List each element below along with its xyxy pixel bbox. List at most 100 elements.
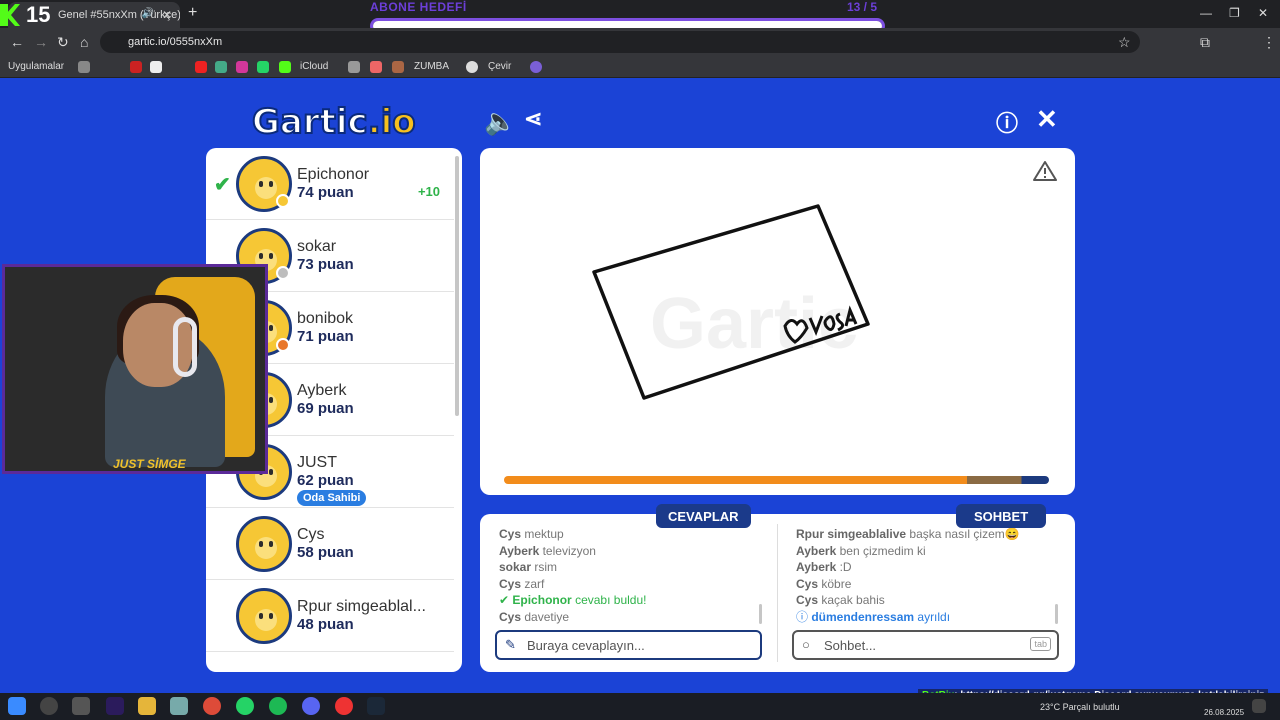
player-name: bonibok bbox=[297, 310, 354, 327]
close-game-icon[interactable]: ✕ bbox=[1036, 104, 1058, 135]
home-icon[interactable]: ⌂ bbox=[80, 34, 88, 50]
back-icon[interactable]: ← bbox=[10, 34, 24, 50]
drawing-canvas[interactable]: Gartic bbox=[480, 148, 1075, 495]
file-explorer-icon[interactable] bbox=[138, 697, 156, 715]
spotify-icon[interactable] bbox=[269, 697, 287, 715]
close-icon[interactable]: ✕ bbox=[162, 8, 172, 22]
search-icon: ○ bbox=[802, 637, 810, 652]
message-user: Ayberk bbox=[796, 543, 837, 558]
answers-tab[interactable]: CEVAPLAR bbox=[656, 504, 751, 528]
player-name: Cys bbox=[297, 526, 325, 543]
notification-icon[interactable] bbox=[1252, 699, 1266, 713]
whatsapp-icon[interactable] bbox=[257, 61, 269, 73]
points-gain: +10 bbox=[417, 184, 440, 199]
obs-icon[interactable] bbox=[335, 697, 353, 715]
answers-list: Cys mektup Ayberk televizyon sokar rsim Cys… bbox=[499, 526, 646, 625]
discord-icon[interactable] bbox=[302, 697, 320, 715]
message-text: cevabı buldu! bbox=[575, 593, 647, 607]
message-text: mektup bbox=[524, 527, 564, 541]
search-icon[interactable] bbox=[40, 697, 58, 715]
windows-start-icon[interactable] bbox=[8, 697, 26, 715]
speaker-icon[interactable]: 🔊 bbox=[142, 8, 154, 19]
message-line: Cys mektup bbox=[499, 526, 646, 543]
report-warning-icon[interactable] bbox=[1033, 160, 1057, 182]
player-list-scrollbar[interactable] bbox=[455, 156, 459, 416]
menu-icon[interactable]: ⋮ bbox=[1262, 34, 1276, 51]
steam-icon[interactable] bbox=[367, 697, 385, 715]
player-name: JUST bbox=[297, 454, 337, 471]
message-user: Cys bbox=[796, 593, 819, 607]
message-line: Ayberk ben çizmedim ki bbox=[796, 543, 1020, 560]
bookmark-icon[interactable] bbox=[150, 61, 162, 73]
chrome-icon[interactable] bbox=[203, 697, 221, 715]
forward-icon[interactable]: → bbox=[34, 34, 48, 50]
bookmark-apps[interactable]: Uygulamalar bbox=[8, 61, 64, 72]
check-icon: ✔ bbox=[499, 593, 513, 607]
restore-icon[interactable]: ❐ bbox=[1229, 6, 1240, 20]
chat-tab[interactable]: SOHBET bbox=[956, 504, 1047, 528]
new-tab-button[interactable]: + bbox=[188, 4, 197, 22]
chat-placeholder: Sohbet... bbox=[824, 638, 877, 653]
webcam-label: JUST SİMGE bbox=[113, 457, 186, 471]
task-view-icon[interactable] bbox=[72, 697, 90, 715]
store-icon[interactable] bbox=[170, 697, 188, 715]
panel-divider bbox=[777, 524, 778, 662]
bookmark-icon[interactable] bbox=[348, 61, 360, 73]
bookmark-icon[interactable] bbox=[392, 61, 404, 73]
message-text: televizyon bbox=[542, 543, 596, 558]
bookmark-icon[interactable] bbox=[130, 61, 142, 73]
player-points: 73 puan bbox=[297, 256, 354, 273]
player-row: ✔ Epichonor 74 puan +10 bbox=[206, 148, 454, 220]
answer-placeholder: Buraya cevaplayın... bbox=[527, 638, 645, 653]
steam-icon[interactable] bbox=[215, 61, 227, 73]
message-text: köbre bbox=[821, 576, 852, 591]
message-text: ayrıldı bbox=[917, 609, 951, 624]
answer-input[interactable]: ✎ Buraya cevaplayın... bbox=[495, 630, 762, 660]
chat-scrollbar[interactable] bbox=[1055, 604, 1058, 624]
message-user: Cys bbox=[499, 576, 522, 591]
message-user: Epichonor bbox=[512, 593, 572, 607]
youtube-icon[interactable] bbox=[195, 61, 207, 73]
round-timer bbox=[504, 476, 1049, 484]
bookmark-icon[interactable] bbox=[370, 61, 382, 73]
message-user: dümendenressam bbox=[811, 609, 915, 624]
grid-icon[interactable] bbox=[78, 61, 90, 73]
window-close-icon[interactable]: ✕ bbox=[1258, 6, 1268, 20]
whatsapp-icon[interactable] bbox=[236, 697, 254, 715]
message-text: rsim bbox=[534, 560, 558, 574]
chat-input[interactable]: ○ Sohbet... tab bbox=[792, 630, 1059, 660]
message-line: sokar rsim bbox=[499, 559, 646, 576]
player-row: Rpur simgeablal... 48 puan bbox=[206, 580, 454, 652]
kick-icon[interactable] bbox=[279, 61, 291, 73]
reload-icon[interactable]: ↻ bbox=[57, 34, 69, 51]
player-points: 62 puan bbox=[297, 472, 354, 489]
message-user: Ayberk bbox=[796, 560, 837, 574]
share-icon[interactable]: ⋖ bbox=[524, 106, 542, 132]
bookmark-translate[interactable]: Çevir bbox=[488, 61, 511, 72]
info-icon: ⓘ bbox=[796, 609, 812, 624]
extensions-icon[interactable]: ⧉ bbox=[1200, 34, 1210, 51]
status-dot bbox=[276, 266, 290, 280]
message-line: ⓘ dümendenressam ayrıldı bbox=[796, 609, 1020, 626]
goal-count: 13 / 5 bbox=[846, 0, 877, 14]
pencil-icon: ✎ bbox=[505, 637, 516, 652]
url-text: gartic.io/0555nxXm bbox=[128, 36, 223, 48]
canvas-watermark: Gartic bbox=[650, 284, 858, 364]
status-dot bbox=[276, 194, 290, 208]
message-text: zarf bbox=[524, 576, 545, 591]
bookmark-icon[interactable] bbox=[530, 61, 542, 73]
player-name: sokar bbox=[297, 238, 337, 255]
message-line: Ayberk :D bbox=[796, 559, 1020, 576]
url-field[interactable]: gartic.io/0555nxXm bbox=[100, 31, 1140, 53]
bookmark-icon[interactable] bbox=[466, 61, 478, 73]
bookmark-icloud[interactable]: iCloud bbox=[300, 61, 328, 72]
premiere-icon[interactable] bbox=[106, 697, 124, 715]
bookmark-zumba[interactable]: ZUMBA bbox=[414, 61, 449, 72]
bookmark-star-icon[interactable]: ☆ bbox=[1118, 34, 1131, 51]
instagram-icon[interactable] bbox=[236, 61, 248, 73]
minimize-icon[interactable]: — bbox=[1200, 6, 1212, 20]
sound-icon[interactable]: 🔈 bbox=[484, 106, 516, 137]
message-user: Ayberk bbox=[499, 543, 540, 558]
info-icon[interactable]: ⓘ bbox=[996, 106, 1018, 138]
answers-scrollbar[interactable] bbox=[759, 604, 762, 624]
